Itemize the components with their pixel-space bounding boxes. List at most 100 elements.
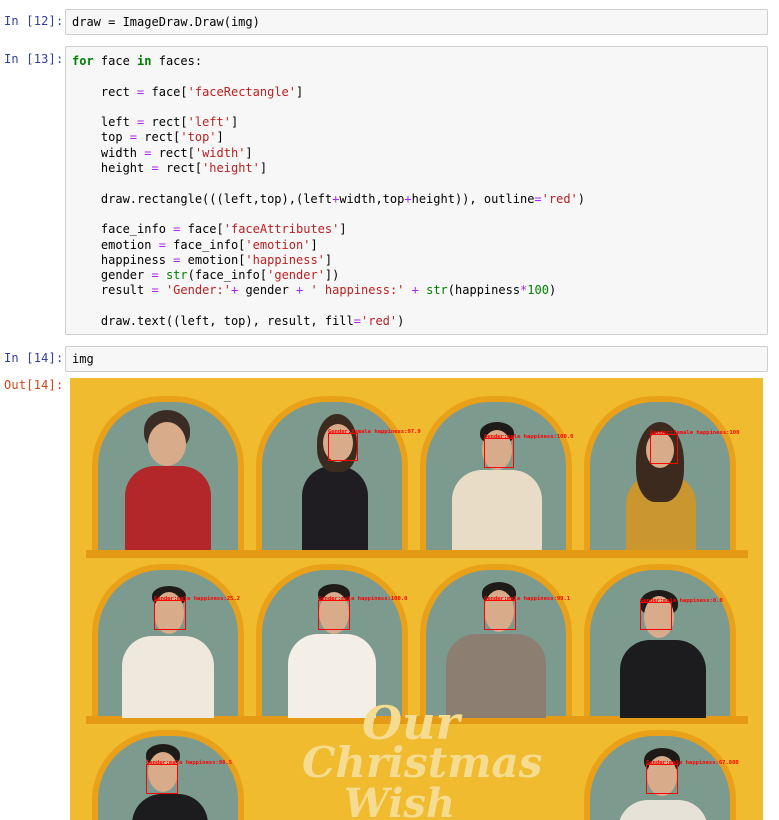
face-label: Gender:male happiness:100.0 <box>318 596 408 602</box>
code-token: img <box>72 352 94 366</box>
code-token: draw = ImageDraw.Draw(img) <box>72 15 260 29</box>
code-token: draw.text((left, top), result, fill <box>72 314 354 329</box>
face-box <box>646 764 678 794</box>
face-box <box>484 600 516 630</box>
code-token: face[ <box>180 222 224 237</box>
code-token: 'faceAttributes' <box>223 222 340 237</box>
code-token: 'height' <box>202 161 260 176</box>
person-body <box>620 640 706 718</box>
input-prompt: In [12]: <box>4 14 64 28</box>
face-box <box>146 764 178 794</box>
code-cell-13[interactable]: In [13]: for face in faces: rect = face[… <box>0 46 779 335</box>
poster-title-line-3: Wish <box>344 780 456 820</box>
code-editor[interactable]: draw = ImageDraw.Draw(img) <box>65 9 768 35</box>
code-line: height = rect['height'] <box>72 161 767 176</box>
code-cell-14[interactable]: In [14]: img <box>0 346 779 372</box>
code-line: result = 'Gender:'+ gender + ' happiness… <box>72 283 767 298</box>
code-token: ] <box>339 222 347 237</box>
code-token: = <box>158 237 166 252</box>
code-line: emotion = face_info['emotion'] <box>72 238 767 253</box>
code-token: 'red' <box>541 191 578 206</box>
code-token: ) <box>548 283 557 298</box>
code-token: 'faceRectangle' <box>187 84 296 99</box>
code-token: result <box>72 283 152 298</box>
code-token: faces: <box>151 54 203 68</box>
person-body <box>302 466 368 550</box>
input-prompt: In [14]: <box>4 351 64 365</box>
code-token: = <box>151 161 159 176</box>
code-block: img <box>66 352 767 367</box>
code-token: 'left' <box>187 115 231 130</box>
code-line: gender = str(face_info['gender']) <box>72 268 767 283</box>
shelf <box>86 550 748 558</box>
output-prompt: Out[14]: <box>4 378 64 392</box>
code-editor[interactable]: for face in faces: rect = face['faceRect… <box>65 46 768 335</box>
face-label: Gender:female happiness:100 <box>650 430 740 436</box>
code-token: = <box>534 191 542 206</box>
code-editor[interactable]: img <box>65 346 768 372</box>
code-token: rect[ <box>137 130 181 145</box>
person-body <box>446 634 546 718</box>
code-block: for face in faces: rect = face['faceRect… <box>66 54 767 329</box>
face-label: Gender:female happiness:97.9 <box>328 429 421 435</box>
code-token: happiness <box>72 252 174 267</box>
code-line: img <box>72 352 767 367</box>
person-body <box>452 470 542 550</box>
code-token: rect[ <box>158 161 203 176</box>
code-line: face_info = face['faceAttributes'] <box>72 222 767 237</box>
code-token: emotion <box>72 237 159 252</box>
code-token: face <box>93 54 138 68</box>
code-block: draw = ImageDraw.Draw(img) <box>66 15 767 30</box>
code-token: = <box>353 314 361 329</box>
code-line: rect = face['faceRectangle'] <box>72 85 767 100</box>
code-token: face[ <box>144 84 188 99</box>
face-label: Gender:male happiness:100.0 <box>484 434 574 440</box>
code-token: for <box>72 54 94 68</box>
code-token: (face_info[ <box>187 268 268 283</box>
code-token: + <box>404 191 412 206</box>
face-box <box>154 600 186 630</box>
code-cell-12[interactable]: In [12]: draw = ImageDraw.Draw(img) <box>0 9 779 35</box>
code-line: width = rect['width'] <box>72 146 767 161</box>
code-token: 'width' <box>194 145 246 160</box>
code-token: width,top <box>339 191 405 206</box>
code-line: for face in faces: <box>72 54 767 69</box>
code-token: draw.rectangle(((left,top),(left <box>72 191 333 206</box>
code-token: = <box>129 130 138 145</box>
code-token: ] <box>296 84 304 99</box>
input-prompt: In [13]: <box>4 52 64 66</box>
code-token: ) <box>397 314 405 329</box>
code-token: 'top' <box>180 130 217 145</box>
face-label: Gender:male happiness:67.800 <box>646 760 739 766</box>
code-token: (happiness <box>447 283 521 298</box>
code-token: + <box>411 283 419 298</box>
code-token: rect <box>72 84 138 99</box>
code-token: ' happiness:' <box>310 283 405 298</box>
face-box <box>484 438 514 468</box>
code-token: str <box>165 268 188 283</box>
person-body <box>125 466 211 550</box>
code-token: 'emotion' <box>245 237 311 252</box>
code-token: ) <box>577 191 586 206</box>
person-body <box>122 636 214 718</box>
code-token: gender <box>72 268 152 283</box>
code-token: 'gender' <box>267 268 325 283</box>
code-token: ]) <box>324 268 340 283</box>
code-token: 'happiness' <box>245 252 325 267</box>
code-token: rect[ <box>144 115 188 130</box>
code-token: gender <box>238 283 297 298</box>
face-label: Gender:male happiness:25.2 <box>154 596 241 602</box>
code-line: left = rect['left'] <box>72 115 767 130</box>
face-box <box>318 600 350 630</box>
code-line: top = rect['top'] <box>72 130 767 145</box>
code-line: draw.text((left, top), result, fill='red… <box>72 314 767 329</box>
code-token: 'red' <box>361 314 398 329</box>
face-box <box>328 433 358 461</box>
code-token: ] <box>259 161 268 176</box>
